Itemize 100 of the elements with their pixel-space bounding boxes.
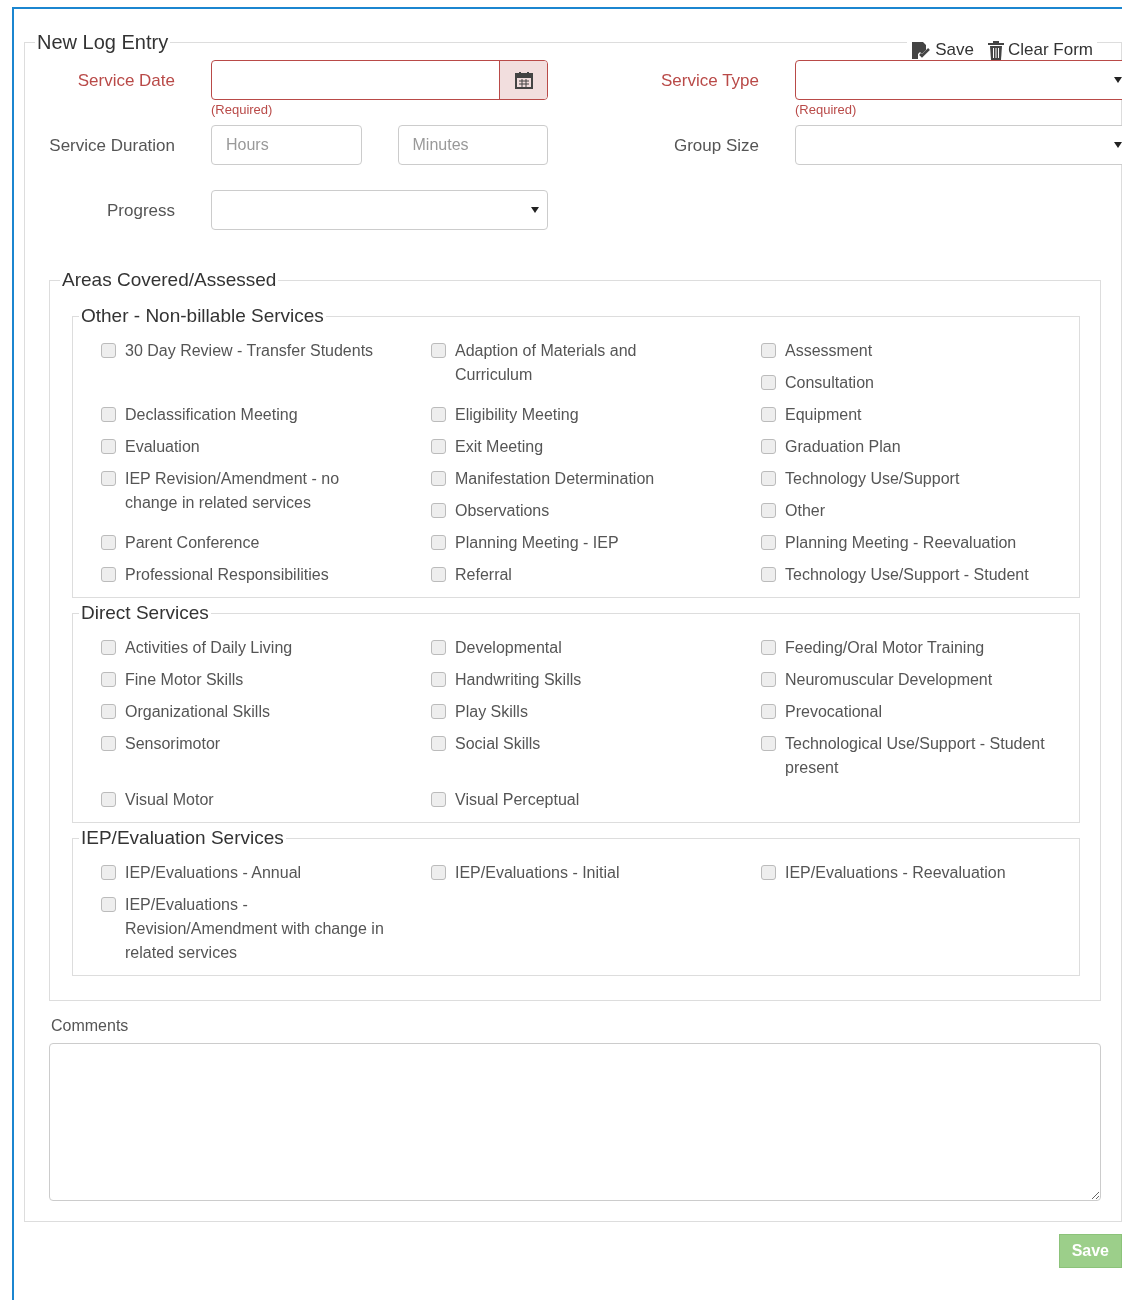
- checkbox-option[interactable]: Consultation: [761, 371, 1079, 395]
- checkbox[interactable]: [761, 736, 776, 751]
- checkbox-option[interactable]: Other: [761, 499, 1079, 523]
- checkbox[interactable]: [431, 503, 446, 518]
- checkbox[interactable]: [101, 343, 116, 358]
- field-label: Service Duration: [49, 135, 175, 156]
- checkbox[interactable]: [761, 375, 776, 390]
- checkbox[interactable]: [431, 672, 446, 687]
- checkbox[interactable]: [431, 535, 446, 550]
- checkbox-option[interactable]: Professional Responsibilities: [101, 563, 431, 587]
- checkbox[interactable]: [431, 704, 446, 719]
- checkbox-option[interactable]: Organizational Skills: [101, 700, 431, 724]
- checkbox[interactable]: [761, 471, 776, 486]
- field-label: Progress: [106, 200, 175, 221]
- calendar-button[interactable]: [499, 61, 547, 99]
- checkbox-option[interactable]: Assessment: [761, 339, 1079, 363]
- checkbox-option[interactable]: Planning Meeting - IEP: [431, 531, 761, 555]
- checkbox[interactable]: [101, 535, 116, 550]
- service-type-select[interactable]: [795, 60, 1122, 100]
- checkbox-option[interactable]: Fine Motor Skills: [101, 668, 431, 692]
- form-title: New Log Entry: [36, 31, 170, 54]
- checkbox[interactable]: [761, 503, 776, 518]
- group-title: IEP/Evaluation Services: [80, 827, 285, 849]
- checkbox-option[interactable]: IEP/Evaluations - Reevaluation: [761, 861, 1079, 885]
- checkbox[interactable]: [761, 439, 776, 454]
- checkbox[interactable]: [101, 407, 116, 422]
- checkbox-option[interactable]: Feeding/Oral Motor Training: [761, 636, 1079, 660]
- checkbox[interactable]: [101, 567, 116, 582]
- checkbox-option[interactable]: Technological Use/Support - Student present: [761, 732, 1079, 780]
- checkbox-option[interactable]: Equipment: [761, 403, 1079, 427]
- checkbox-option[interactable]: Observations: [431, 499, 761, 523]
- field-label: Service Date: [77, 70, 175, 91]
- checkbox-option[interactable]: Evaluation: [101, 435, 431, 459]
- checkbox[interactable]: [761, 672, 776, 687]
- checkbox-option[interactable]: Neuromuscular Development: [761, 668, 1079, 692]
- checkbox[interactable]: [761, 865, 776, 880]
- checkbox[interactable]: [101, 640, 116, 655]
- checkbox[interactable]: [431, 792, 446, 807]
- checkbox-option[interactable]: Visual Perceptual: [431, 788, 761, 812]
- checkbox[interactable]: [101, 792, 116, 807]
- clear-form-button[interactable]: Clear Form: [988, 40, 1093, 60]
- checkbox-option[interactable]: Developmental: [431, 636, 761, 660]
- checkbox[interactable]: [761, 640, 776, 655]
- checkbox[interactable]: [101, 736, 116, 751]
- checkbox-option[interactable]: IEP/Evaluations - Annual: [101, 861, 431, 885]
- comments-label: Comments: [51, 1017, 130, 1035]
- checkbox[interactable]: [101, 471, 116, 486]
- required-note: (Required): [211, 102, 273, 117]
- checkbox[interactable]: [431, 736, 446, 751]
- checkbox-option[interactable]: Referral: [431, 563, 761, 587]
- hours-field[interactable]: Hours: [211, 125, 362, 165]
- checkbox[interactable]: [101, 865, 116, 880]
- checkbox[interactable]: [431, 640, 446, 655]
- checkbox[interactable]: [761, 343, 776, 358]
- dropdown-caret-icon: [1114, 142, 1122, 148]
- group-title: Direct Services: [80, 602, 210, 624]
- checkbox[interactable]: [431, 439, 446, 454]
- checkbox-option[interactable]: Activities of Daily Living: [101, 636, 431, 660]
- checkbox-option[interactable]: IEP Revision/Amendment - no change in related services: [101, 467, 431, 515]
- checkbox-option[interactable]: Manifestation Determination: [431, 467, 761, 491]
- checkbox-option[interactable]: Declassification Meeting: [101, 403, 431, 427]
- required-note: (Required): [795, 102, 857, 117]
- checkbox[interactable]: [101, 672, 116, 687]
- checkbox[interactable]: [761, 567, 776, 582]
- checkbox-option[interactable]: IEP/Evaluations - Revision/Amendment with change in related services: [101, 893, 431, 965]
- checkbox[interactable]: [431, 471, 446, 486]
- comments-field[interactable]: [49, 1043, 1101, 1201]
- checkbox-option[interactable]: Exit Meeting: [431, 435, 761, 459]
- date-field[interactable]: [211, 60, 548, 100]
- checkbox-option[interactable]: Visual Motor: [101, 788, 431, 812]
- field-label: Service Type: [661, 70, 759, 91]
- checkbox-option[interactable]: Eligibility Meeting: [431, 403, 761, 427]
- checkbox-option[interactable]: Technology Use/Support - Student: [761, 563, 1079, 587]
- checkbox[interactable]: [431, 407, 446, 422]
- checkbox-option[interactable]: Graduation Plan: [761, 435, 1079, 459]
- checkbox-option[interactable]: IEP/Evaluations - Initial: [431, 861, 761, 885]
- checkbox-option[interactable]: 30 Day Review - Transfer Students: [101, 339, 431, 363]
- checkbox[interactable]: [761, 535, 776, 550]
- minutes-field[interactable]: Minutes: [397, 125, 548, 165]
- checkbox[interactable]: [431, 567, 446, 582]
- progress-select[interactable]: [211, 190, 548, 230]
- checkbox[interactable]: [761, 704, 776, 719]
- group-size-select[interactable]: [795, 125, 1122, 165]
- checkbox-option[interactable]: Adaption of Materials and Curriculum: [431, 339, 761, 387]
- checkbox[interactable]: [101, 439, 116, 454]
- checkbox[interactable]: [761, 407, 776, 422]
- checkbox-option[interactable]: Parent Conference: [101, 531, 431, 555]
- checkbox[interactable]: [431, 865, 446, 880]
- checkbox-option[interactable]: Play Skills: [431, 700, 761, 724]
- checkbox-option[interactable]: Planning Meeting - Reevaluation: [761, 531, 1079, 555]
- checkbox-option[interactable]: Technology Use/Support: [761, 467, 1079, 491]
- checkbox[interactable]: [101, 704, 116, 719]
- checkbox-option[interactable]: Social Skills: [431, 732, 761, 756]
- checkbox[interactable]: [431, 343, 446, 358]
- checkbox-option[interactable]: Sensorimotor: [101, 732, 431, 756]
- dropdown-caret-icon: [1114, 77, 1122, 83]
- checkbox-option[interactable]: Prevocational: [761, 700, 1079, 724]
- checkbox[interactable]: [101, 897, 116, 912]
- checkbox-option[interactable]: Handwriting Skills: [431, 668, 761, 692]
- save-button[interactable]: Save: [911, 40, 974, 60]
